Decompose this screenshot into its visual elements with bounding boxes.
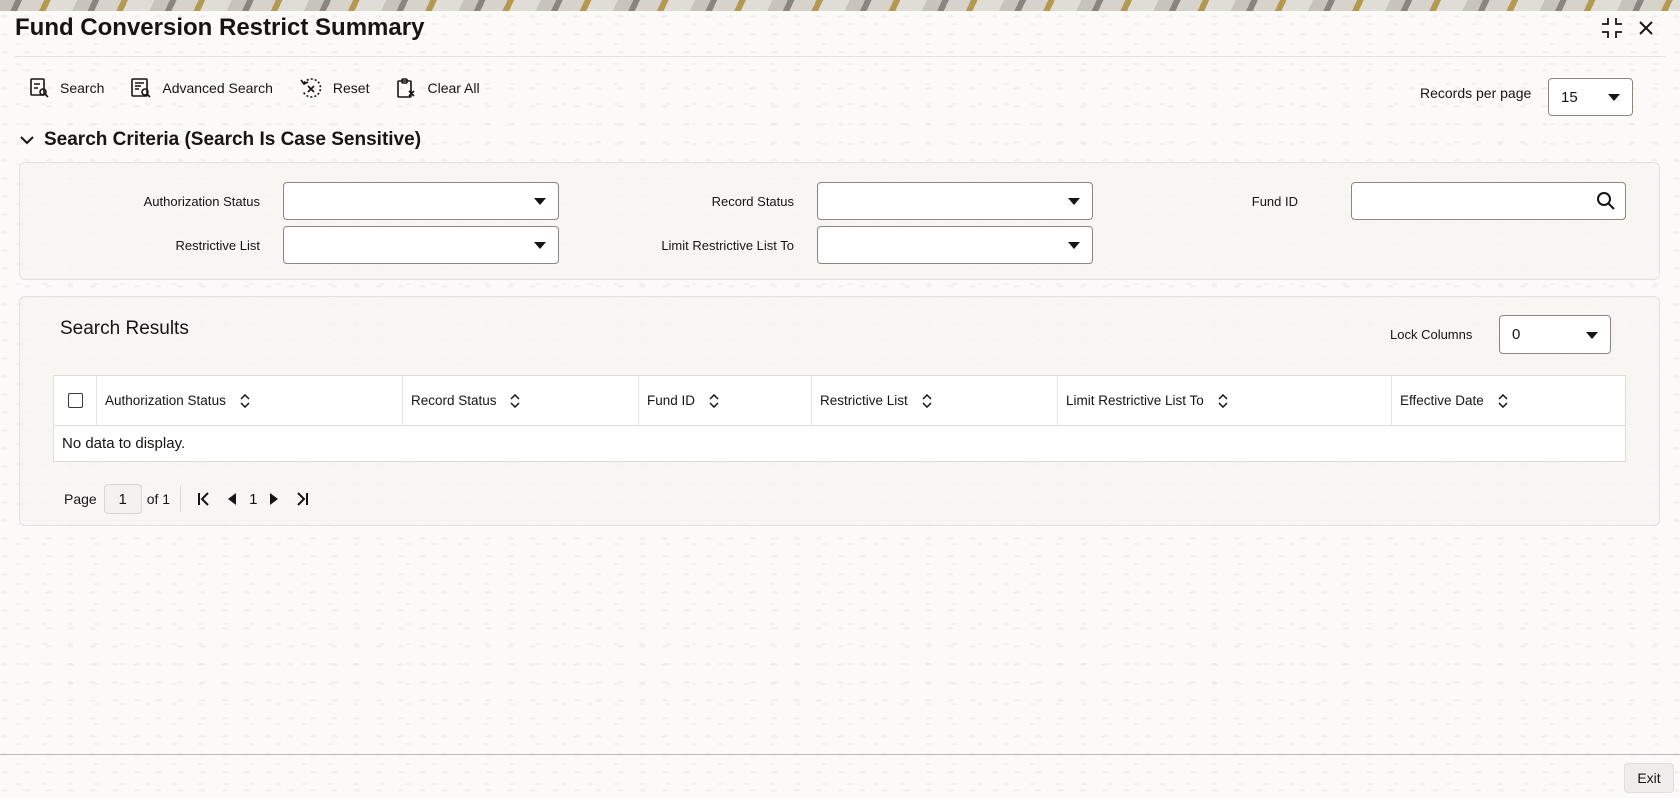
first-page-button[interactable] (193, 487, 215, 511)
lock-columns-label: Lock Columns (1390, 327, 1473, 342)
column-header-fund-id[interactable]: Fund ID (638, 375, 812, 426)
chevron-down-icon (1068, 242, 1080, 249)
select-all-checkbox[interactable] (68, 393, 83, 408)
limit-restrictive-list-to-label: Limit Restrictive List To (661, 238, 794, 253)
page-number[interactable]: 1 (249, 491, 257, 508)
records-per-page-label: Records per page (1420, 85, 1532, 101)
search-results-title: Search Results (60, 318, 189, 339)
previous-page-icon (228, 493, 237, 505)
lock-columns-value: 0 (1512, 326, 1521, 343)
clear-all-button[interactable]: Clear All (395, 77, 480, 99)
column-header-label: Authorization Status (105, 392, 226, 408)
column-header-label: Restrictive List (820, 392, 908, 408)
record-status-label: Record Status (711, 194, 794, 209)
search-criteria-title: Search Criteria (Search Is Case Sensitiv… (44, 129, 422, 150)
select-all-cell (53, 375, 97, 426)
record-status-select[interactable] (817, 182, 1093, 220)
first-page-icon (198, 492, 209, 506)
page-title: Fund Conversion Restrict Summary (15, 14, 425, 41)
close-icon (1639, 21, 1653, 35)
fund-id-label: Fund ID (1251, 194, 1298, 209)
chevron-down-icon (20, 136, 34, 145)
column-header-label: Record Status (411, 392, 497, 408)
results-table: Authorization Status Record Status Fund … (53, 375, 1626, 462)
column-header-record-status[interactable]: Record Status (402, 375, 639, 426)
search-form-icon (30, 78, 49, 98)
reset-button[interactable]: Reset (299, 77, 370, 99)
records-per-page-select[interactable]: 15 (1548, 78, 1633, 116)
exit-button[interactable]: Exit (1624, 763, 1674, 793)
lock-columns-select[interactable]: 0 (1499, 315, 1611, 354)
authorization-status-select[interactable] (283, 182, 559, 220)
reset-icon (300, 78, 322, 98)
column-header-authorization-status[interactable]: Authorization Status (96, 375, 403, 426)
sort-icon[interactable] (709, 394, 719, 409)
last-page-button[interactable] (291, 487, 313, 511)
chevron-down-icon (1586, 331, 1598, 339)
top-banner-strip (0, 0, 1680, 11)
next-page-icon (270, 493, 279, 505)
fund-id-input[interactable] (1351, 182, 1626, 220)
reset-button-label: Reset (332, 80, 370, 96)
current-page-input[interactable]: 1 (103, 484, 142, 514)
advanced-search-button-label: Advanced Search (162, 80, 273, 96)
column-header-label: Effective Date (1400, 392, 1484, 408)
limit-restrictive-list-to-select[interactable] (817, 226, 1093, 264)
search-criteria-toggle[interactable]: Search Criteria (Search Is Case Sensitiv… (20, 129, 421, 151)
column-header-limit-restrictive-list-to[interactable]: Limit Restrictive List To (1057, 375, 1392, 426)
search-button[interactable]: Search (28, 77, 104, 99)
chevron-down-icon (534, 198, 546, 205)
maximize-button[interactable] (1598, 14, 1626, 42)
chevron-down-icon (1068, 198, 1080, 205)
close-button[interactable] (1632, 14, 1660, 42)
authorization-status-label: Authorization Status (143, 194, 260, 209)
pagination: Page 1 of 1 1 (64, 484, 319, 514)
advanced-search-icon (131, 78, 151, 98)
sort-icon[interactable] (1498, 394, 1508, 409)
clipboard-clear-icon (397, 78, 416, 98)
table-row: No data to display. (54, 426, 1626, 462)
column-header-label: Fund ID (647, 392, 696, 408)
toolbar: Search Advanced Search Reset Clear All (28, 70, 506, 106)
table-header-row: Authorization Status Record Status Fund … (53, 375, 1626, 426)
column-header-label: Limit Restrictive List To (1066, 392, 1204, 408)
restrictive-list-select[interactable] (283, 226, 559, 264)
chevron-down-icon (534, 242, 546, 249)
title-divider (15, 56, 1665, 57)
footer-divider (0, 754, 1680, 755)
empty-table-message: No data to display. (62, 435, 186, 452)
column-header-restrictive-list[interactable]: Restrictive List (811, 375, 1058, 426)
sort-icon[interactable] (510, 394, 520, 409)
restrictive-list-label: Restrictive List (175, 238, 260, 253)
previous-page-button[interactable] (221, 487, 243, 511)
column-header-effective-date[interactable]: Effective Date (1391, 375, 1626, 426)
sort-icon[interactable] (1218, 394, 1228, 409)
last-page-icon (297, 492, 309, 506)
advanced-search-button[interactable]: Advanced Search (130, 77, 273, 99)
chevron-down-icon (1608, 94, 1620, 101)
page-label: Page (64, 491, 97, 507)
pager-divider (180, 486, 182, 512)
sort-icon[interactable] (922, 394, 932, 409)
page-count-label: of 1 (146, 491, 171, 507)
search-button-label: Search (60, 80, 105, 96)
expand-icon (1602, 18, 1622, 38)
next-page-button[interactable] (263, 487, 285, 511)
search-icon[interactable] (1596, 191, 1616, 211)
clear-all-button-label: Clear All (427, 80, 480, 96)
records-per-page-value: 15 (1561, 88, 1578, 106)
sort-icon[interactable] (240, 394, 250, 409)
